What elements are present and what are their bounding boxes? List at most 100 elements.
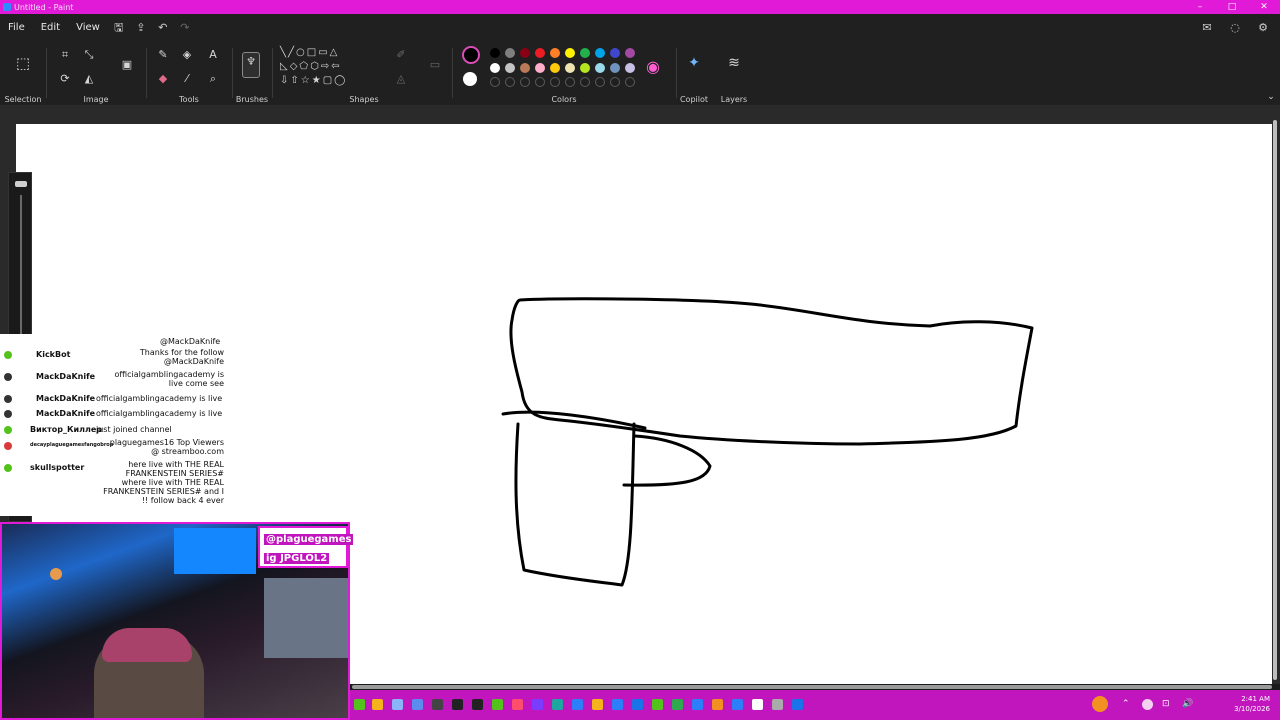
- taskbar-app-icon[interactable]: [452, 699, 463, 710]
- copilot-icon[interactable]: ✦: [685, 54, 703, 72]
- taskbar-app-icon[interactable]: [732, 699, 743, 710]
- network-icon[interactable]: ⊡: [1162, 699, 1173, 710]
- color-swatch[interactable]: [535, 63, 545, 73]
- color-swatch[interactable]: [505, 63, 515, 73]
- shape-size-icon[interactable]: ▭: [426, 56, 444, 74]
- volume-icon[interactable]: 🔊: [1182, 699, 1193, 710]
- custom-color-slot[interactable]: [580, 77, 590, 87]
- account-icon[interactable]: ◌: [1224, 18, 1246, 38]
- rotate-icon[interactable]: ⟳: [56, 70, 74, 88]
- brush-icon[interactable]: ♆: [242, 52, 260, 78]
- custom-color-slot[interactable]: [505, 77, 515, 87]
- color-swatch[interactable]: [595, 48, 605, 58]
- vertical-scrollbar[interactable]: [1272, 120, 1278, 680]
- eraser-icon[interactable]: ◆: [154, 70, 172, 88]
- taskbar-app-icon[interactable]: [512, 699, 523, 710]
- shapes-row3-icon[interactable]: ⇩⇧☆★▢◯: [280, 72, 384, 90]
- pencil-icon[interactable]: ✎: [154, 46, 172, 64]
- color-swatch[interactable]: [625, 48, 635, 58]
- fill-icon[interactable]: ◈: [178, 46, 196, 64]
- taskbar-app-icon[interactable]: [712, 699, 723, 710]
- taskbar-app-icon[interactable]: [632, 699, 643, 710]
- edit-colors-icon[interactable]: ◉: [644, 58, 662, 76]
- custom-color-slot[interactable]: [490, 77, 500, 87]
- taskbar-app-icon[interactable]: [472, 699, 483, 710]
- save-icon[interactable]: 🖫: [108, 18, 130, 38]
- taskbar-app-icon[interactable]: [392, 699, 403, 710]
- color-swatch[interactable]: [580, 63, 590, 73]
- color-picker-icon[interactable]: ⁄: [178, 70, 196, 88]
- minimize-button[interactable]: –: [1184, 0, 1216, 14]
- clock-date[interactable]: 3/10/2026: [1210, 705, 1270, 713]
- taskbar-app-icon[interactable]: [412, 699, 423, 710]
- custom-color-slot[interactable]: [550, 77, 560, 87]
- resize-icon[interactable]: ⤡: [80, 46, 98, 64]
- flip-icon[interactable]: ◭: [80, 70, 98, 88]
- feedback-icon[interactable]: ✉: [1196, 18, 1218, 38]
- color-swatch[interactable]: [580, 48, 590, 58]
- custom-color-slot[interactable]: [595, 77, 605, 87]
- taskbar-app-icon[interactable]: [792, 699, 803, 710]
- selection-icon[interactable]: ⬚: [14, 54, 32, 72]
- tray-chevron-icon[interactable]: ⌃: [1122, 699, 1133, 710]
- menu-edit[interactable]: Edit: [33, 18, 68, 38]
- weather-icon[interactable]: [1092, 696, 1108, 712]
- layers-icon[interactable]: ≋: [725, 54, 743, 72]
- taskbar-app-icon[interactable]: [372, 699, 383, 710]
- color-swatch[interactable]: [535, 48, 545, 58]
- crop-icon[interactable]: ⌗: [56, 46, 74, 64]
- color-swatch[interactable]: [505, 48, 515, 58]
- shape-fill-icon[interactable]: ◬: [392, 70, 410, 88]
- taskbar-app-icon[interactable]: [612, 699, 623, 710]
- undo-icon[interactable]: ↶: [152, 18, 174, 38]
- taskbar-app-icon[interactable]: [592, 699, 603, 710]
- color-swatch[interactable]: [625, 63, 635, 73]
- color-swatch[interactable]: [565, 48, 575, 58]
- taskbar-app-icon[interactable]: [652, 699, 663, 710]
- custom-color-slot[interactable]: [625, 77, 635, 87]
- custom-color-slot[interactable]: [610, 77, 620, 87]
- menu-view[interactable]: View: [68, 18, 108, 38]
- onedrive-icon[interactable]: [1142, 699, 1153, 710]
- zoom-slider-knob[interactable]: [15, 181, 27, 187]
- taskbar-app-icon[interactable]: [692, 699, 703, 710]
- color-swatch[interactable]: [490, 48, 500, 58]
- taskbar-app-icon[interactable]: [432, 699, 443, 710]
- color-swatch[interactable]: [520, 63, 530, 73]
- color-swatch[interactable]: [610, 63, 620, 73]
- taskbar-app-icon[interactable]: [772, 699, 783, 710]
- menu-file[interactable]: File: [0, 18, 33, 38]
- chat-msg-7: here live with THE REAL FRANKENSTEIN SER…: [103, 460, 224, 505]
- taskbar-app-icon[interactable]: [672, 699, 683, 710]
- color-swatch[interactable]: [520, 48, 530, 58]
- color-swatch[interactable]: [565, 63, 575, 73]
- close-button[interactable]: ✕: [1248, 0, 1280, 14]
- secondary-color[interactable]: [463, 72, 477, 86]
- share-icon[interactable]: ⇪: [130, 18, 152, 38]
- color-swatch[interactable]: [610, 48, 620, 58]
- stream-chat-overlay: @MackDaKnife KickBot Thanks for the foll…: [0, 334, 230, 516]
- color-swatch[interactable]: [550, 48, 560, 58]
- maximize-button[interactable]: □: [1216, 0, 1248, 14]
- color-swatch[interactable]: [595, 63, 605, 73]
- color-swatch[interactable]: [550, 63, 560, 73]
- settings-icon[interactable]: ⚙: [1252, 18, 1274, 38]
- image-select-icon[interactable]: ▣: [118, 56, 136, 74]
- primary-color[interactable]: [462, 46, 480, 64]
- taskbar-app-icon[interactable]: [572, 699, 583, 710]
- color-swatch[interactable]: [490, 63, 500, 73]
- taskbar-app-icon[interactable]: [492, 699, 503, 710]
- clock-time[interactable]: 2:41 AM: [1210, 695, 1270, 703]
- taskbar-app-icon[interactable]: [552, 699, 563, 710]
- custom-color-slot[interactable]: [535, 77, 545, 87]
- magnifier-icon[interactable]: ⌕: [204, 70, 222, 88]
- text-icon[interactable]: A: [204, 46, 222, 64]
- taskbar-app-icon[interactable]: [354, 699, 365, 710]
- custom-color-slot[interactable]: [520, 77, 530, 87]
- custom-color-slot[interactable]: [565, 77, 575, 87]
- taskbar-app-icon[interactable]: [752, 699, 763, 710]
- taskbar-app-icon[interactable]: [532, 699, 543, 710]
- redo-icon[interactable]: ↷: [174, 18, 196, 38]
- ribbon-collapse-icon[interactable]: ⌄: [1262, 88, 1280, 106]
- outline-icon[interactable]: ✐: [392, 46, 410, 64]
